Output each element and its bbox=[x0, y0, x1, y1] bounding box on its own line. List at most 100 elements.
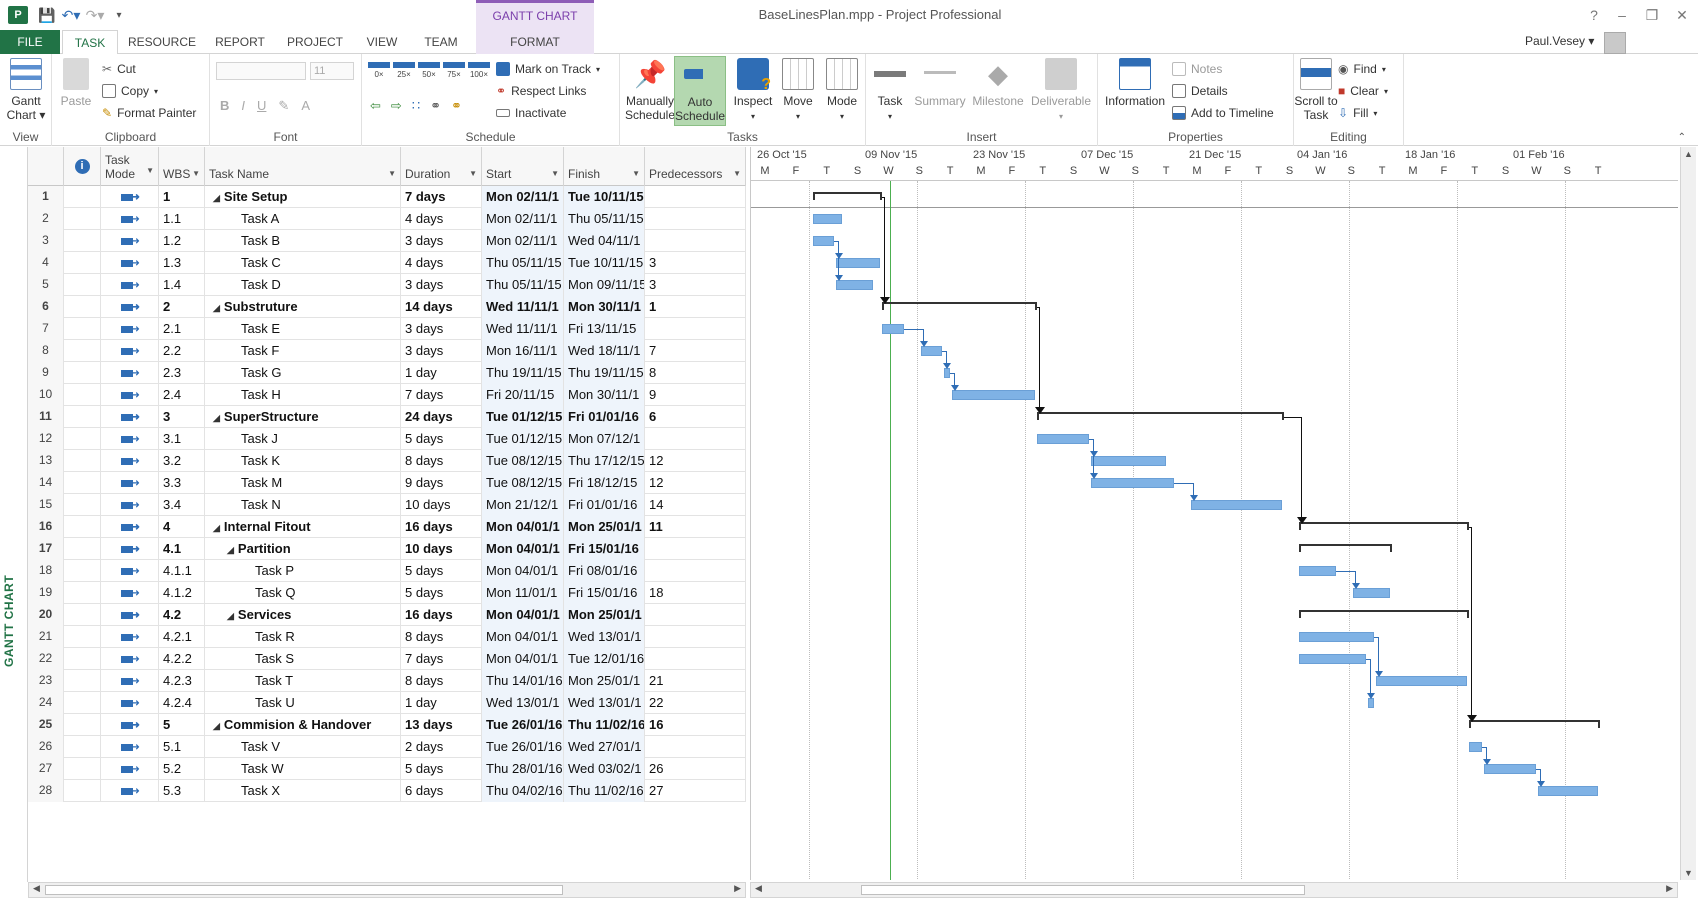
task-mode-cell[interactable]: ➜ bbox=[101, 252, 159, 274]
customize-toolbar-icon[interactable]: ▾ bbox=[110, 6, 128, 24]
row-id[interactable]: 19 bbox=[28, 582, 64, 604]
indicator-cell[interactable] bbox=[64, 362, 101, 384]
duration-cell[interactable]: 10 days bbox=[401, 494, 482, 516]
row-id[interactable]: 13 bbox=[28, 450, 64, 472]
indent-icon[interactable]: ⇨ bbox=[391, 98, 402, 114]
duration-cell[interactable]: 8 days bbox=[401, 626, 482, 648]
duration-cell[interactable]: 5 days bbox=[401, 428, 482, 450]
task-name-cell[interactable]: ◢ Site Setup bbox=[205, 186, 401, 208]
predecessors-cell[interactable]: 9 bbox=[645, 384, 746, 406]
row-id[interactable]: 14 bbox=[28, 472, 64, 494]
twentyfive-percent-button[interactable]: 25× bbox=[393, 62, 415, 79]
finish-cell[interactable]: Mon 30/11/1 bbox=[564, 384, 645, 406]
table-row[interactable]: 22 ➜ 4.2.2 Task S 7 days Mon 04/01/1 Tue 12/01… bbox=[28, 648, 746, 670]
task-mode-cell[interactable]: ➜ bbox=[101, 230, 159, 252]
predecessors-cell[interactable]: 3 bbox=[645, 252, 746, 274]
task-name-cell[interactable]: Task P bbox=[205, 560, 401, 582]
start-cell[interactable]: Thu 28/01/16 bbox=[482, 758, 564, 780]
avatar[interactable] bbox=[1604, 32, 1626, 54]
predecessors-cell[interactable] bbox=[645, 560, 746, 582]
task-name-cell[interactable]: Task C bbox=[205, 252, 401, 274]
collapse-triangle-icon[interactable]: ◢ bbox=[227, 545, 234, 555]
duration-cell[interactable]: 7 days bbox=[401, 648, 482, 670]
wbs-cell[interactable]: 3 bbox=[159, 406, 205, 428]
finish-cell[interactable]: Tue 10/11/15 bbox=[564, 186, 645, 208]
duration-cell[interactable]: 14 days bbox=[401, 296, 482, 318]
start-cell[interactable]: Mon 04/01/1 bbox=[482, 516, 564, 538]
finish-cell[interactable]: Fri 01/01/16 bbox=[564, 494, 645, 516]
finish-cell[interactable]: Thu 05/11/15 bbox=[564, 208, 645, 230]
start-header[interactable]: Start ▼ bbox=[482, 147, 564, 186]
scroll-to-task-button[interactable]: Scroll to Task bbox=[1294, 58, 1338, 122]
start-cell[interactable]: Mon 02/11/1 bbox=[482, 208, 564, 230]
predecessors-cell[interactable]: 26 bbox=[645, 758, 746, 780]
finish-cell[interactable]: Mon 25/01/1 bbox=[564, 516, 645, 538]
start-cell[interactable]: Mon 04/01/1 bbox=[482, 648, 564, 670]
font-color-button[interactable]: A bbox=[301, 98, 310, 114]
finish-cell[interactable]: Mon 25/01/1 bbox=[564, 604, 645, 626]
task-name-cell[interactable]: Task D bbox=[205, 274, 401, 296]
wbs-cell[interactable]: 2.3 bbox=[159, 362, 205, 384]
wbs-cell[interactable]: 4.2.1 bbox=[159, 626, 205, 648]
start-cell[interactable]: Mon 21/12/1 bbox=[482, 494, 564, 516]
start-cell[interactable]: Mon 04/01/1 bbox=[482, 626, 564, 648]
row-id[interactable]: 28 bbox=[28, 780, 64, 802]
fill-button[interactable]: ⇩ Fill ▾ bbox=[1338, 104, 1377, 122]
row-id[interactable]: 6 bbox=[28, 296, 64, 318]
mark-on-track-button[interactable]: Mark on Track ▾ bbox=[496, 60, 600, 78]
task-mode-cell[interactable]: ➜ bbox=[101, 736, 159, 758]
row-id[interactable]: 5 bbox=[28, 274, 64, 296]
task-mode-cell[interactable]: ➜ bbox=[101, 604, 159, 626]
task-bar[interactable] bbox=[836, 258, 881, 268]
tab-project[interactable]: PROJECT bbox=[283, 30, 347, 54]
predecessors-cell[interactable] bbox=[645, 604, 746, 626]
task-bar[interactable] bbox=[1376, 676, 1467, 686]
predecessors-cell[interactable] bbox=[645, 648, 746, 670]
predecessors-cell[interactable]: 16 bbox=[645, 714, 746, 736]
wbs-cell[interactable]: 2 bbox=[159, 296, 205, 318]
wbs-cell[interactable]: 5.2 bbox=[159, 758, 205, 780]
wbs-cell[interactable]: 3.3 bbox=[159, 472, 205, 494]
task-mode-cell[interactable]: ➜ bbox=[101, 318, 159, 340]
table-row[interactable]: 21 ➜ 4.2.1 Task R 8 days Mon 04/01/1 Wed 13/01… bbox=[28, 626, 746, 648]
font-name-select[interactable] bbox=[216, 62, 306, 80]
collapse-triangle-icon[interactable]: ◢ bbox=[213, 303, 220, 313]
predecessors-cell[interactable]: 12 bbox=[645, 450, 746, 472]
task-name-cell[interactable]: Task W bbox=[205, 758, 401, 780]
task-mode-cell[interactable]: ➜ bbox=[101, 362, 159, 384]
task-name-cell[interactable]: Task U bbox=[205, 692, 401, 714]
finish-cell[interactable]: Thu 11/02/16 bbox=[564, 780, 645, 802]
task-mode-cell[interactable]: ➜ bbox=[101, 780, 159, 802]
task-bar[interactable] bbox=[1299, 566, 1336, 576]
task-name-cell[interactable]: Task H bbox=[205, 384, 401, 406]
finish-cell[interactable]: Thu 19/11/15 bbox=[564, 362, 645, 384]
task-name-cell[interactable]: Task G bbox=[205, 362, 401, 384]
task-mode-cell[interactable]: ➜ bbox=[101, 428, 159, 450]
task-bar[interactable] bbox=[1299, 632, 1375, 642]
finish-cell[interactable]: Wed 27/01/1 bbox=[564, 736, 645, 758]
task-name-cell[interactable]: Task E bbox=[205, 318, 401, 340]
row-id[interactable]: 2 bbox=[28, 208, 64, 230]
predecessors-cell[interactable]: 1 bbox=[645, 296, 746, 318]
fifty-percent-button[interactable]: 50× bbox=[418, 62, 440, 79]
task-mode-cell[interactable]: ➜ bbox=[101, 384, 159, 406]
duration-cell[interactable]: 10 days bbox=[401, 538, 482, 560]
indicator-cell[interactable] bbox=[64, 560, 101, 582]
summary-bar[interactable] bbox=[882, 302, 1037, 310]
finish-cell[interactable]: Wed 03/02/1 bbox=[564, 758, 645, 780]
predecessors-header[interactable]: Predecessors ▼ bbox=[645, 147, 746, 186]
notes-button[interactable]: Notes bbox=[1172, 60, 1222, 78]
duration-cell[interactable]: 4 days bbox=[401, 208, 482, 230]
split-task-icon[interactable]: ∷ bbox=[412, 98, 420, 114]
wbs-cell[interactable]: 4.2.4 bbox=[159, 692, 205, 714]
duration-cell[interactable]: 13 days bbox=[401, 714, 482, 736]
task-name-cell[interactable]: ◢ Partition bbox=[205, 538, 401, 560]
duration-cell[interactable]: 3 days bbox=[401, 318, 482, 340]
table-row[interactable]: 17 ➜ 4.1 ◢ Partition 10 days Mon 04/01/1 Fri 15… bbox=[28, 538, 746, 560]
task-bar[interactable] bbox=[951, 390, 1035, 400]
task-mode-cell[interactable]: ➜ bbox=[101, 186, 159, 208]
start-cell[interactable]: Wed 13/01/1 bbox=[482, 692, 564, 714]
task-bar[interactable] bbox=[1090, 478, 1174, 488]
wbs-header[interactable]: WBS ▼ bbox=[159, 147, 205, 186]
table-row[interactable]: 20 ➜ 4.2 ◢ Services 16 days Mon 04/01/1 Mon 25/… bbox=[28, 604, 746, 626]
